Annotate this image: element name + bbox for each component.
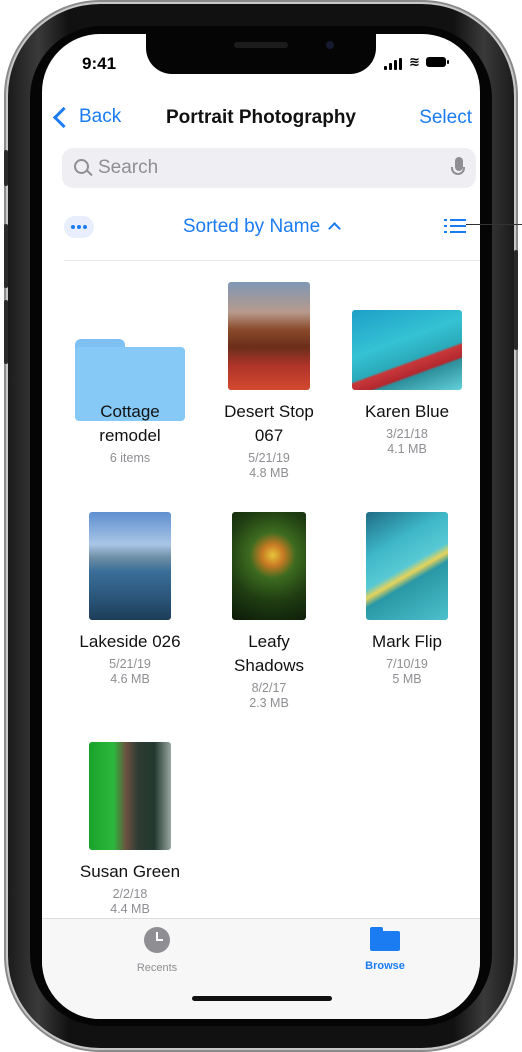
signal-bar (389, 63, 392, 70)
search-field[interactable]: Search (62, 148, 476, 188)
signal-bar (394, 60, 397, 70)
tab-bar: Recents Browse (42, 918, 480, 1019)
signal-bar (384, 66, 387, 70)
item-meta: 3/21/18 4.1 MB (386, 427, 428, 456)
item-name: Leafy Shadows (234, 632, 304, 675)
search-icon (74, 159, 89, 174)
clock-icon (144, 927, 170, 953)
item-name: Karen Blue (364, 402, 450, 421)
list-view-icon[interactable] (444, 218, 466, 234)
status-time: 9:41 (82, 54, 117, 73)
item-meta: 2/2/18 4.4 MB (110, 887, 150, 916)
tab-recents[interactable]: Recents (102, 927, 212, 974)
photo-thumbnail-susan-green[interactable] (89, 742, 171, 850)
sort-caret-icon (328, 222, 342, 235)
navigation-bar: Back Portrait Photography Select (42, 104, 480, 134)
photo-thumbnail-lakeside[interactable] (89, 512, 171, 620)
home-indicator (192, 996, 332, 1001)
browse-folder-icon (370, 927, 400, 951)
microphone-icon[interactable] (451, 157, 465, 175)
volume-up-button (4, 224, 8, 288)
photo-thumbnail-karen-blue[interactable] (352, 310, 462, 390)
page-title: Portrait Photography (165, 107, 356, 128)
search-placeholder: Search (98, 157, 159, 178)
mute-switch (4, 150, 8, 186)
speaker (234, 42, 288, 48)
photo-thumbnail-leafy-shadows[interactable] (232, 512, 306, 620)
item-meta: 6 items (109, 451, 151, 465)
item-meta: 5/21/19 4.8 MB (248, 451, 290, 480)
item-name: Susan Green (79, 862, 181, 881)
notch (146, 34, 376, 74)
sort-label: Sorted by Name (182, 216, 321, 237)
side-button (514, 250, 518, 350)
status-icons: ≋ (384, 54, 450, 70)
item-meta: 7/10/19 5 MB (386, 657, 428, 686)
signal-bar (399, 58, 402, 70)
item-name: Desert Stop 067 (224, 402, 314, 445)
photo-thumbnail-mark-flip[interactable] (366, 512, 448, 620)
screen: 9:41 ≋ Back Portrait Photography Select … (42, 34, 480, 1019)
sort-button[interactable]: Sorted by Name (42, 216, 480, 238)
item-name: Lakeside 026 (79, 632, 181, 651)
item-name: Cottage remodel (99, 402, 161, 445)
camera (326, 41, 334, 49)
select-button[interactable]: Select (419, 107, 472, 129)
battery-icon (426, 57, 449, 67)
divider (64, 260, 480, 261)
wifi-icon: ≋ (409, 54, 420, 69)
item-meta: 8/2/17 2.3 MB (249, 681, 289, 710)
tab-browse-label: Browse (365, 960, 405, 972)
item-name: Mark Flip (372, 632, 442, 651)
item-meta: 5/21/19 4.6 MB (109, 657, 151, 686)
tab-recents-label: Recents (136, 962, 178, 974)
callout-line (466, 224, 522, 225)
photo-thumbnail-desert-stop[interactable] (228, 282, 310, 390)
tab-browse[interactable]: Browse (330, 927, 440, 972)
volume-down-button (4, 300, 8, 364)
